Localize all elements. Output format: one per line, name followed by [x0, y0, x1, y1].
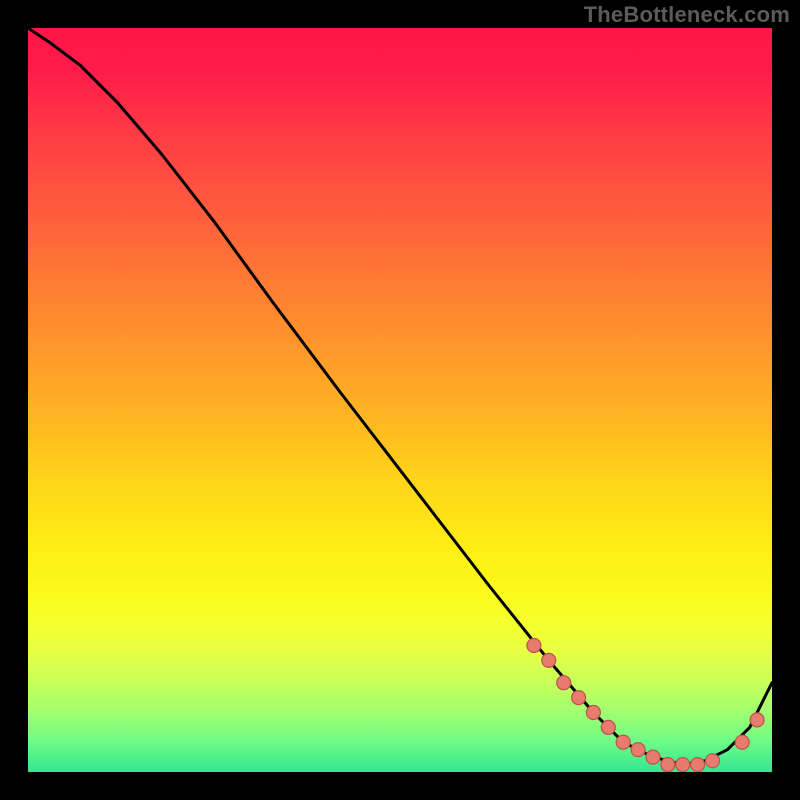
- highlight-dot: [735, 735, 749, 749]
- highlight-dot: [646, 750, 660, 764]
- highlight-dot: [557, 676, 571, 690]
- highlight-dot: [527, 639, 541, 653]
- highlight-dot: [691, 758, 705, 772]
- highlight-dot: [586, 706, 600, 720]
- dots-group: [527, 639, 764, 772]
- highlight-dot: [631, 743, 645, 757]
- highlight-dot: [661, 758, 675, 772]
- highlight-dot: [676, 758, 690, 772]
- highlight-dot: [706, 754, 720, 768]
- highlight-dot: [750, 713, 764, 727]
- chart-svg: [28, 28, 772, 772]
- bottleneck-curve-path: [28, 28, 772, 765]
- curve-group: [28, 28, 772, 765]
- highlight-dot: [542, 653, 556, 667]
- chart-frame: TheBottleneck.com: [0, 0, 800, 800]
- highlight-dot: [572, 691, 586, 705]
- plot-area: [28, 28, 772, 772]
- watermark-text: TheBottleneck.com: [584, 2, 790, 28]
- highlight-dot: [616, 735, 630, 749]
- highlight-dot: [601, 720, 615, 734]
